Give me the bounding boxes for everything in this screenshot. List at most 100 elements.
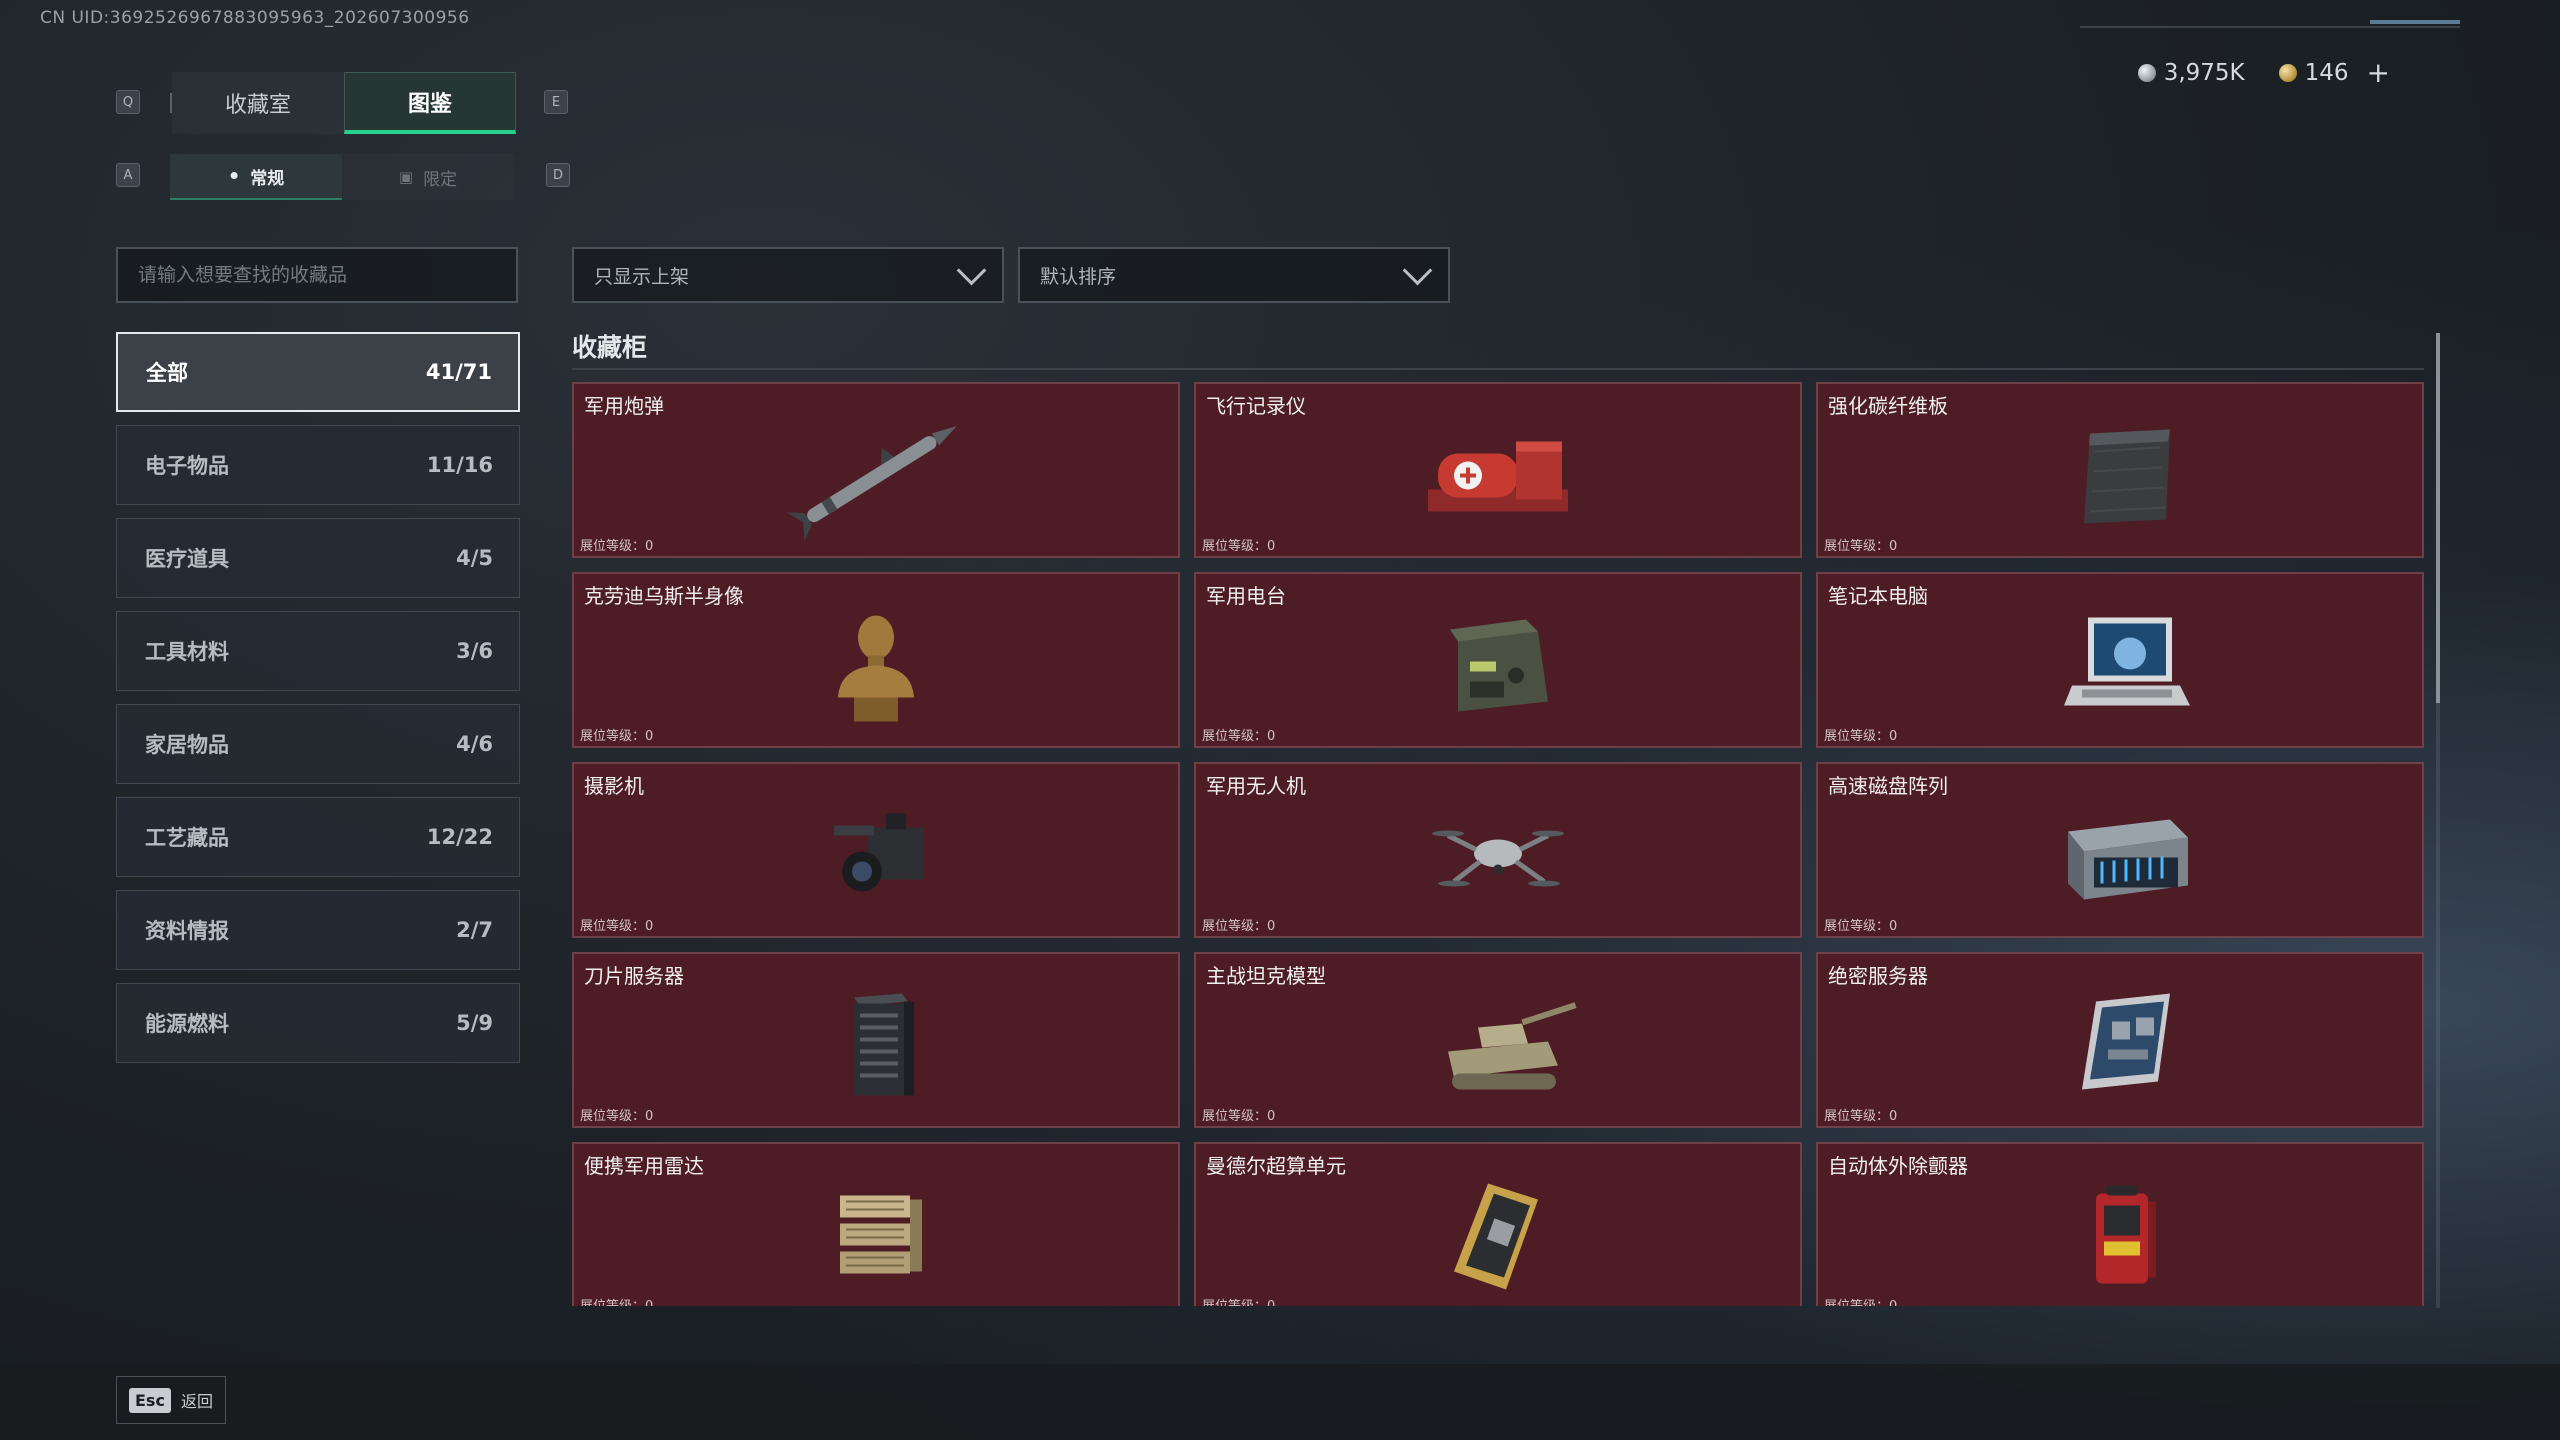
category-count: 2/7	[456, 918, 493, 942]
category-intel[interactable]: 资料情报 2/7	[116, 890, 520, 970]
item-level: 展位等级：0	[1202, 729, 1276, 744]
add-currency-button[interactable]: +	[2367, 56, 2390, 89]
back-button-label: 返回	[180, 1392, 213, 1411]
secret-server-icon	[2082, 993, 2170, 1090]
carbon-plate-icon	[2084, 429, 2170, 524]
category-all[interactable]: 全部 41/71	[116, 332, 520, 412]
item-level: 展位等级：0	[1824, 1109, 1898, 1124]
category-count: 12/22	[426, 825, 493, 849]
gold-currency: 146 +	[2278, 56, 2390, 89]
item-card[interactable]: 克劳迪乌斯半身像 展位等级：0	[572, 572, 1180, 748]
grid-scrollbar-thumb[interactable]	[2436, 333, 2440, 703]
flight-recorder-icon	[1428, 441, 1568, 512]
main-tabs: 收藏室 图鉴	[170, 72, 516, 134]
item-level: 展位等级：0	[580, 1295, 653, 1306]
item-name: 强化碳纤维板	[1828, 394, 1948, 418]
item-name: 便携军用雷达	[584, 1154, 704, 1178]
silver-amount: 3,975K	[2163, 59, 2245, 86]
item-level: 展位等级：0	[580, 729, 654, 744]
item-name: 飞行记录仪	[1206, 394, 1306, 418]
category-count: 4/5	[456, 546, 493, 570]
item-card[interactable]: 主战坦克模型 展位等级：0	[1194, 952, 1802, 1128]
item-level: 展位等级：0	[580, 539, 654, 554]
item-level: 展位等级：0	[1824, 729, 1898, 744]
item-card[interactable]: 军用炮弹 展位等级：0	[572, 382, 1180, 558]
bust-icon	[838, 615, 914, 722]
sort-value: 默认排序	[1040, 265, 1117, 288]
status-filter-dropdown[interactable]: 只显示上架	[572, 247, 1004, 303]
defibrillator-icon	[2096, 1185, 2156, 1284]
item-card[interactable]: 军用无人机 展位等级：0	[1194, 762, 1802, 938]
header-decoration	[2080, 26, 2460, 28]
category-count: 41/71	[425, 360, 492, 384]
item-card[interactable]: 摄影机 展位等级：0	[572, 762, 1180, 938]
item-card[interactable]: 绝密服务器 展位等级：0	[1816, 952, 2424, 1128]
drone-icon	[1432, 830, 1564, 887]
search-input[interactable]	[118, 249, 516, 301]
category-tools[interactable]: 工具材料 3/6	[116, 611, 520, 691]
category-list: 全部 41/71 电子物品 11/16 医疗道具 4/5 工具材料 3/6 家居…	[116, 332, 520, 1076]
currency-bar: 3,975K 146 +	[2137, 56, 2390, 89]
limited-icon: ▣	[398, 168, 414, 186]
item-level: 展位等级：0	[580, 1109, 654, 1124]
category-count: 11/16	[426, 453, 493, 477]
item-card[interactable]: 便携军用雷达 展位等级：0	[572, 1142, 1180, 1306]
tab-collection-room[interactable]: 收藏室	[172, 72, 344, 134]
category-label: 全部	[146, 361, 188, 385]
camera-icon	[834, 813, 924, 892]
category-label: 家居物品	[145, 733, 229, 757]
esc-key-hint: Esc	[129, 1387, 171, 1413]
category-label: 资料情报	[145, 919, 229, 943]
status-filter-value: 只显示上架	[594, 265, 690, 288]
item-level: 展位等级：0	[1202, 539, 1276, 554]
sort-dropdown[interactable]: 默认排序	[1018, 247, 1450, 303]
back-button[interactable]: Esc 返回	[116, 1376, 226, 1424]
tab-regular[interactable]: ⚫ 常规	[170, 154, 342, 200]
category-count: 5/9	[456, 1011, 493, 1035]
category-label: 能源燃料	[145, 1012, 229, 1036]
gold-coin-icon	[2278, 63, 2297, 82]
section-divider	[572, 368, 2424, 370]
item-card[interactable]: 高速磁盘阵列 展位等级：0	[1816, 762, 2424, 938]
category-crafts[interactable]: 工艺藏品 12/22	[116, 797, 520, 877]
category-label: 工具材料	[145, 640, 229, 664]
item-name: 曼德尔超算单元	[1206, 1154, 1346, 1178]
item-card[interactable]: 笔记本电脑 展位等级：0	[1816, 572, 2424, 748]
footer-bar	[0, 1364, 2560, 1440]
key-e-hint: E	[544, 90, 568, 114]
item-card[interactable]: 刀片服务器 展位等级：0	[572, 952, 1180, 1128]
category-energy[interactable]: 能源燃料 5/9	[116, 983, 520, 1063]
item-level: 展位等级：0	[1824, 1295, 1897, 1306]
category-label: 电子物品	[145, 454, 229, 478]
radio-icon	[1450, 619, 1548, 712]
cpu-icon	[1454, 1183, 1538, 1290]
item-level: 展位等级：0	[1202, 919, 1276, 934]
tab-catalog[interactable]: 图鉴	[344, 72, 516, 134]
item-name: 军用无人机	[1206, 774, 1306, 798]
category-medical[interactable]: 医疗道具 4/5	[116, 518, 520, 598]
item-name: 刀片服务器	[584, 964, 684, 988]
chevron-down-icon	[1402, 255, 1433, 285]
item-card[interactable]: 强化碳纤维板 展位等级：0	[1816, 382, 2424, 558]
item-level: 展位等级：0	[1202, 1109, 1276, 1124]
tab-limited-label: 限定	[423, 169, 458, 190]
category-count: 3/6	[456, 639, 493, 663]
silver-currency: 3,975K	[2137, 59, 2245, 86]
tab-limited[interactable]: ▣ 限定	[342, 154, 514, 200]
item-name: 克劳迪乌斯半身像	[584, 584, 744, 608]
laptop-icon	[2064, 617, 2190, 706]
category-household[interactable]: 家居物品 4/6	[116, 704, 520, 784]
category-electronics[interactable]: 电子物品 11/16	[116, 425, 520, 505]
item-card[interactable]: 军用电台 展位等级：0	[1194, 572, 1802, 748]
item-level: 展位等级：0	[1202, 1295, 1275, 1306]
item-name: 军用电台	[1206, 584, 1286, 608]
item-level: 展位等级：0	[1824, 919, 1898, 934]
item-name: 笔记本电脑	[1828, 584, 1928, 608]
item-card[interactable]: 曼德尔超算单元 展位等级：0	[1194, 1142, 1802, 1306]
grid-scrollbar[interactable]	[2436, 333, 2440, 1308]
chevron-down-icon	[956, 255, 987, 285]
key-a-hint: A	[116, 163, 140, 187]
disk-array-icon	[2068, 819, 2188, 900]
item-card[interactable]: 飞行记录仪 展位等级：0	[1194, 382, 1802, 558]
item-card[interactable]: 自动体外除颤器 展位等级：0	[1816, 1142, 2424, 1306]
